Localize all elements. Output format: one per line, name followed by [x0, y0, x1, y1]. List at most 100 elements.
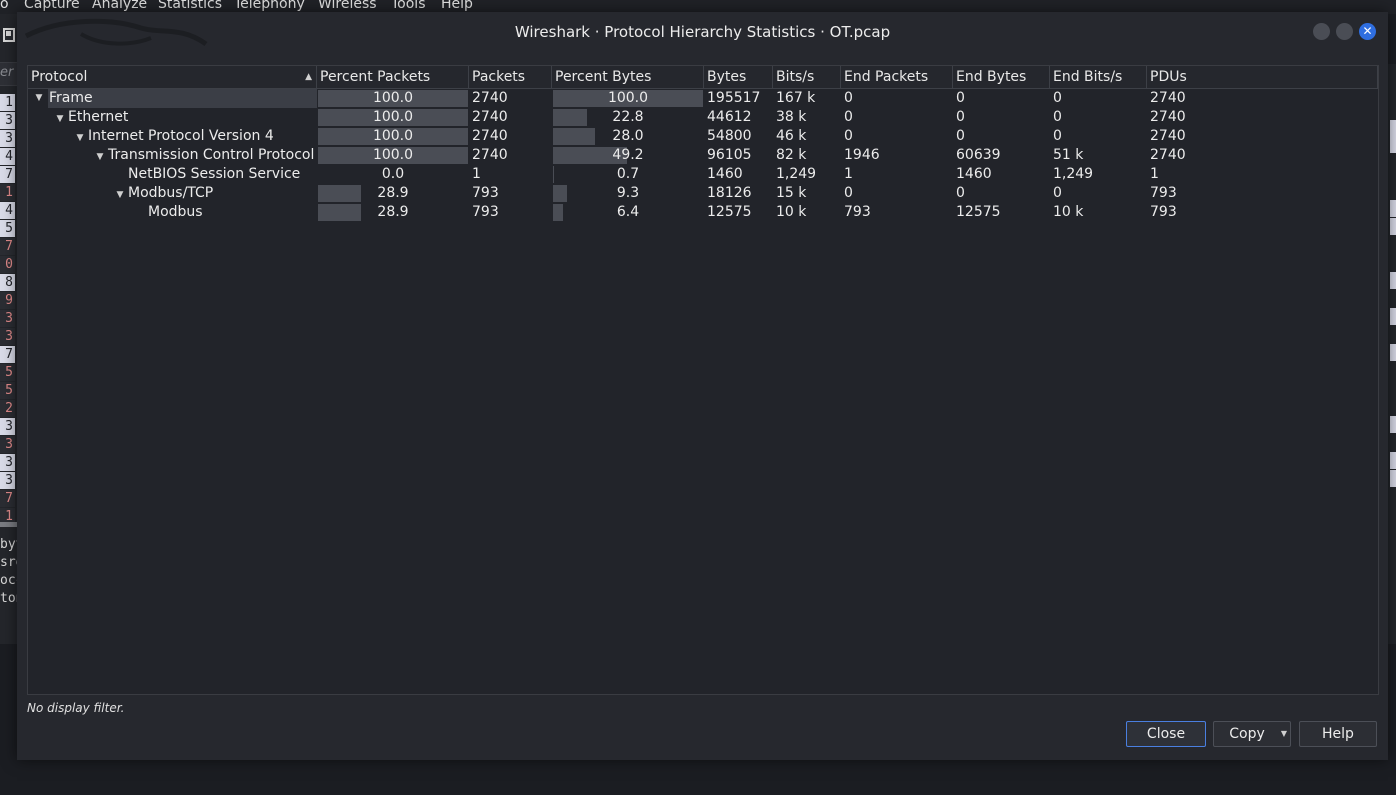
col-end-packets-cell: 1 [844, 166, 853, 182]
col-end-packets-header[interactable]: End Packets [841, 66, 953, 88]
col-end-packets-cell: 0 [844, 109, 853, 125]
col-protocol-cell: ▼ Frame [36, 89, 317, 108]
packet-row-number[interactable]: 3 [0, 130, 15, 147]
col-percent-bytes-cell: 9.3 [552, 184, 704, 203]
col-pdus-cell: 793 [1150, 185, 1177, 201]
percent-value: 28.9 [377, 185, 409, 201]
col-end-packets-cell: 0 [844, 90, 853, 106]
copy-button[interactable]: Copy ▼ [1213, 721, 1291, 747]
column-header-label: Percent Bytes [555, 69, 652, 85]
menu-item[interactable]: Analyze [92, 0, 147, 12]
column-header-label: End Bits/s [1053, 69, 1123, 85]
tree-row[interactable]: ▼ Frame 100.0 2740 100.0 195517 167 k 0 0 0 2740 [28, 89, 1378, 108]
packet-row-number[interactable]: 3 [0, 112, 15, 129]
col-bits-per-sec-cell: 82 k [776, 147, 807, 163]
menu-item[interactable]: Telephony [234, 0, 305, 12]
packet-row-number[interactable]: 7 [0, 346, 15, 363]
col-percent-packets-header[interactable]: Percent Packets [317, 66, 469, 88]
maximize-icon[interactable] [1336, 23, 1353, 40]
packet-row-number[interactable]: 3 [0, 418, 15, 435]
packet-row-number[interactable]: 5 [0, 220, 15, 237]
protocol-tree[interactable]: Protocol ▲ Percent Packets Packets Percent B… [27, 65, 1379, 695]
menu-item[interactable]: Help [441, 0, 473, 12]
col-protocol-header[interactable]: Protocol ▲ [28, 66, 317, 88]
packet-row-number[interactable]: 4 [0, 202, 15, 219]
packet-row-number[interactable]: 1 [0, 184, 15, 201]
col-end-bits-per-sec-header[interactable]: End Bits/s [1050, 66, 1147, 88]
menu-item[interactable]: Tools [391, 0, 426, 12]
menu-item[interactable]: Wireless [318, 0, 377, 12]
col-percent-bytes-cell: 0.7 [552, 165, 704, 184]
packet-row-number[interactable]: 7 [0, 490, 15, 507]
col-end-bytes-cell: 0 [956, 128, 965, 144]
tree-row[interactable]: ▼ Internet Protocol Version 4 100.0 2740 28.… [28, 127, 1378, 146]
percent-value: 100.0 [607, 90, 649, 106]
protocol-name: Modbus/TCP [128, 185, 214, 201]
col-end-bits-per-sec-cell: 10 k [1053, 204, 1084, 220]
pane-splitter[interactable] [0, 522, 17, 527]
packet-row-number[interactable]: 2 [0, 400, 15, 417]
packet-row-number[interactable]: 3 [0, 454, 15, 471]
packet-row-edge [1390, 308, 1396, 325]
packet-row-number[interactable]: 8 [0, 274, 15, 291]
col-pdus-header[interactable]: PDUs [1147, 66, 1378, 88]
dialog-title: Wireshark · Protocol Hierarchy Statistic… [514, 23, 891, 41]
dropdown-arrow-icon[interactable]: ▼ [1281, 722, 1287, 746]
packet-row-number[interactable]: 4 [0, 148, 15, 165]
packet-row-edge [1390, 120, 1396, 137]
display-filter-bar[interactable]: er [0, 62, 17, 86]
col-percent-bytes-cell: 100.0 [552, 89, 704, 108]
col-bytes-cell: 18126 [707, 185, 752, 201]
percent-value: 0.7 [616, 166, 640, 182]
col-percent-bytes-header[interactable]: Percent Bytes [552, 66, 704, 88]
col-end-bits-per-sec-cell: 0 [1053, 128, 1062, 144]
save-icon[interactable] [3, 28, 15, 42]
close-icon[interactable]: ✕ [1359, 23, 1376, 40]
packet-row-number[interactable]: 3 [0, 328, 15, 345]
packet-row-number[interactable]: 5 [0, 364, 15, 381]
col-end-bytes-header[interactable]: End Bytes [953, 66, 1050, 88]
packet-detail-line[interactable]: ton [0, 590, 17, 608]
packet-row-number[interactable]: 7 [0, 166, 15, 183]
tree-row[interactable]: NetBIOS Session Service 0.0 1 0.7 1460 1,249 1… [28, 165, 1378, 184]
tree-row[interactable]: Modbus 28.9 793 6.4 12575 10 k 793 12575 10 k 793 [28, 203, 1378, 222]
column-header-label: Packets [472, 69, 526, 85]
packet-detail-line[interactable]: byt [0, 536, 17, 554]
help-button[interactable]: Help [1299, 721, 1377, 747]
menu-item[interactable]: o [0, 0, 9, 12]
expand-arrow-icon[interactable]: ▼ [31, 89, 47, 108]
packet-row-number[interactable]: 1 [0, 94, 15, 111]
packet-row-number[interactable]: 0 [0, 256, 15, 273]
col-pdus-cell: 1 [1150, 166, 1159, 182]
menu-item[interactable]: Statistics [158, 0, 222, 12]
col-bits-per-sec-cell: 38 k [776, 109, 807, 125]
packet-row-edge [1390, 344, 1396, 361]
packet-detail-line[interactable]: occ [0, 572, 17, 590]
dialog-titlebar[interactable]: Wireshark · Protocol Hierarchy Statistic… [17, 12, 1388, 52]
packet-row-number[interactable]: 3 [0, 472, 15, 489]
packet-row-number[interactable]: 7 [0, 238, 15, 255]
percent-value: 49.2 [612, 147, 644, 163]
tree-row[interactable]: ▼ Modbus/TCP 28.9 793 9.3 18126 15 k 0 0 0 793 [28, 184, 1378, 203]
tree-row[interactable]: ▼ Transmission Control Protocol 100.0 2740 4… [28, 146, 1378, 165]
packet-row-number[interactable]: 3 [0, 310, 15, 327]
col-packets-cell: 1 [472, 166, 481, 182]
col-packets-header[interactable]: Packets [469, 66, 552, 88]
tree-row[interactable]: ▼ Ethernet 100.0 2740 22.8 44612 38 k 0 0 0 2740 [28, 108, 1378, 127]
minimize-icon[interactable] [1313, 23, 1330, 40]
col-bytes-cell: 12575 [707, 204, 752, 220]
menu-item[interactable]: Capture [24, 0, 80, 12]
percent-value: 100.0 [372, 147, 414, 163]
col-bits-per-sec-header[interactable]: Bits/s [773, 66, 841, 88]
packet-detail-line[interactable]: sro [0, 554, 17, 572]
col-protocol-cell: NetBIOS Session Service [28, 165, 317, 184]
close-button[interactable]: Close [1126, 721, 1206, 747]
packet-row-number[interactable]: 3 [0, 436, 15, 453]
packet-row-number[interactable]: 9 [0, 292, 15, 309]
copy-button-label: Copy [1229, 726, 1265, 742]
protocol-name: Ethernet [68, 109, 129, 125]
col-bits-per-sec-cell: 167 k [776, 90, 816, 106]
packet-row-number[interactable]: 5 [0, 382, 15, 399]
col-bytes-header[interactable]: Bytes [704, 66, 773, 88]
percent-value: 22.8 [612, 109, 644, 125]
